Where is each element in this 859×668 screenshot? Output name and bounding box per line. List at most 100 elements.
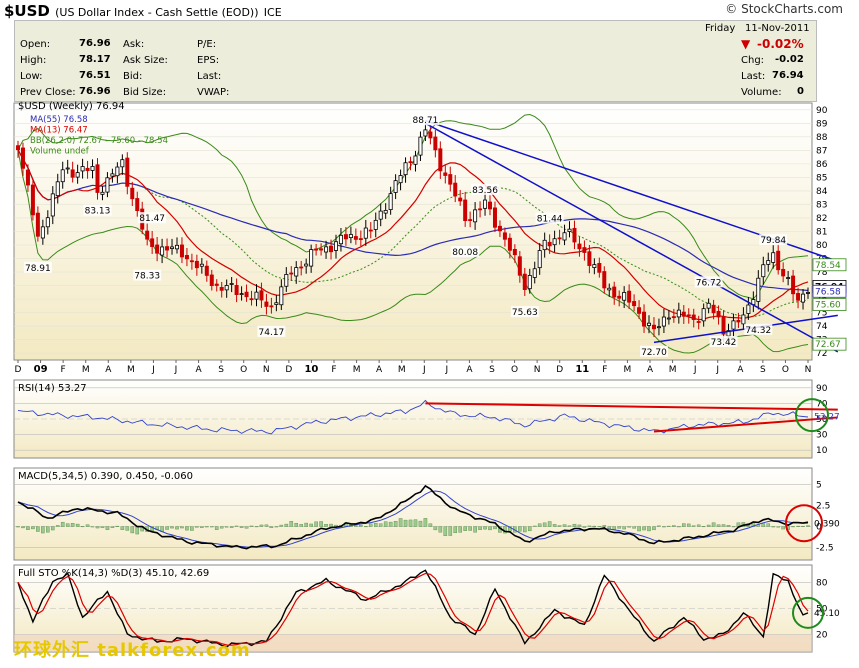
candle-body — [522, 273, 527, 290]
candle-body — [552, 238, 557, 246]
macd-histogram-bar — [195, 526, 199, 528]
x-tick-label: F — [602, 365, 607, 375]
macd-histogram-bar — [691, 525, 696, 527]
x-tick-label: A — [195, 365, 202, 375]
candle-body — [532, 268, 537, 278]
price-annotation: 81.44 — [537, 215, 563, 225]
x-tick-label: A — [647, 365, 654, 375]
macd-histogram-bar — [175, 526, 179, 530]
macd-histogram-bar — [493, 526, 497, 530]
price-annotation: 75.63 — [512, 308, 538, 318]
macd-histogram-bar — [627, 526, 631, 528]
macd-histogram-bar — [200, 526, 204, 528]
sto-y-tick: 80 — [816, 578, 828, 588]
candle-body — [304, 263, 309, 267]
candle-body — [413, 155, 418, 165]
macd-histogram-bar — [50, 526, 55, 531]
x-tick-label: N — [805, 365, 812, 375]
x-tick-label: M — [624, 365, 632, 375]
candle-body — [100, 191, 105, 195]
macd-histogram-bar — [448, 526, 453, 536]
candle-body — [358, 238, 363, 241]
candle-body — [378, 210, 383, 220]
macd-histogram-bar — [249, 525, 254, 527]
x-tick-label: O — [511, 365, 518, 375]
macd-histogram-bar — [761, 523, 766, 527]
price-y-tick: 90 — [816, 106, 828, 116]
x-tick-label: S — [760, 365, 766, 375]
candle-body — [716, 310, 721, 318]
price-tag: 75.60 — [815, 301, 841, 311]
macd-histogram-bar — [165, 526, 169, 530]
candle-body — [155, 244, 160, 254]
macd-histogram-bar — [532, 525, 537, 527]
macd-histogram-bar — [100, 526, 105, 528]
macd-histogram-bar — [801, 525, 805, 527]
macd-histogram-bar — [771, 526, 776, 528]
macd-histogram-bar — [473, 526, 477, 533]
x-tick-label: D — [15, 365, 22, 375]
macd-histogram-bar — [706, 524, 711, 527]
macd-histogram-bar — [190, 526, 194, 531]
price-annotation: 88.71 — [413, 116, 439, 126]
macd-histogram-bar — [41, 526, 45, 534]
candle-body — [125, 157, 130, 187]
macd-histogram-bar — [677, 526, 681, 528]
macd-histogram-bar — [721, 524, 726, 527]
candle-body — [711, 304, 716, 314]
macd-histogram-bar — [617, 526, 621, 529]
candle-body — [676, 309, 681, 318]
candle-body — [239, 293, 244, 295]
candle-body — [791, 275, 796, 295]
candle-body — [398, 175, 403, 184]
macd-histogram-bar — [259, 524, 264, 527]
price-y-tick: 88 — [816, 133, 828, 143]
price-y-tick: 81 — [816, 228, 827, 238]
macd-histogram-bar — [234, 525, 239, 527]
rsi-y-tick: 30 — [816, 431, 828, 441]
candle-body — [170, 246, 175, 249]
macd-histogram-bar — [701, 526, 706, 528]
price-y-tick: 72 — [816, 349, 827, 359]
candle-body — [433, 136, 438, 151]
macd-histogram-bar — [110, 526, 115, 528]
price-annotation: 83.13 — [85, 207, 111, 217]
candle-body — [314, 248, 319, 251]
candle-body — [761, 264, 766, 278]
x-tick-label: D — [285, 365, 292, 375]
candle-body — [234, 285, 239, 296]
candle-body — [781, 268, 786, 277]
candle-body — [438, 148, 443, 172]
macd-histogram-bar — [388, 521, 393, 527]
macd-histogram-bar — [368, 523, 373, 527]
macd-histogram-bar — [632, 526, 636, 529]
x-tick-label: A — [466, 365, 473, 375]
macd-histogram-bar — [26, 526, 30, 530]
x-tick-label: M — [669, 365, 677, 375]
price-y-tick: 83 — [816, 200, 827, 210]
price-y-tick: 86 — [816, 160, 828, 170]
candle-body — [428, 131, 433, 139]
x-tick-label: A — [105, 365, 112, 375]
candle-body — [338, 234, 343, 245]
x-tick-label: N — [534, 365, 541, 375]
macd-histogram-bar — [542, 522, 547, 527]
macd-histogram-bar — [488, 526, 492, 531]
candle-body — [701, 308, 706, 322]
candle-body — [572, 227, 577, 243]
macd-histogram-bar — [354, 525, 358, 527]
candle-body — [204, 265, 209, 276]
candle-body — [468, 219, 473, 221]
candle-body — [562, 232, 567, 241]
macd-histogram-bar — [453, 526, 458, 534]
candle-body — [776, 250, 781, 271]
candle-body — [383, 210, 388, 214]
macd-histogram-bar — [667, 525, 671, 527]
macd-histogram-bar — [229, 526, 234, 528]
macd-y-tick: 2.5 — [816, 502, 830, 512]
macd-histogram-bar — [214, 526, 219, 530]
candle-body — [50, 193, 55, 217]
candle-body — [40, 226, 45, 239]
x-tick-label: J — [445, 365, 449, 375]
candle-body — [254, 291, 259, 300]
